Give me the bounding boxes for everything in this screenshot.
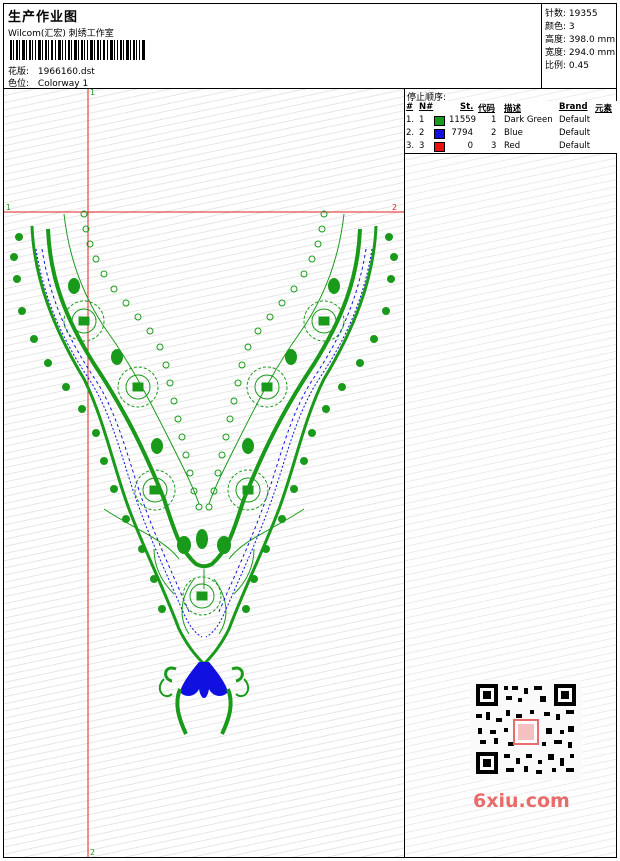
stitch-count-value: 19355: [568, 9, 598, 19]
table-row[interactable]: 3. 3 0 3 Red Default: [405, 140, 617, 153]
design-height-label: 高度:: [545, 35, 567, 45]
row-n: 2: [419, 128, 425, 138]
flower-7: [182, 576, 222, 616]
design-scale-value: 0.45: [568, 61, 589, 71]
color-count-value: 3: [568, 22, 575, 32]
row-code: 1: [491, 115, 497, 125]
row-brand: Default: [559, 128, 591, 138]
color-count: 颜色: 3: [545, 19, 575, 32]
row-desc: Red: [504, 141, 521, 151]
design-stats: 针数: 19355 颜色: 3 高度: 398.0 mm 宽度: 294.0 m…: [541, 4, 617, 88]
table-row[interactable]: 1. 1 11559 1 Dark Green Default: [405, 114, 617, 127]
guide-label-h-right: 2: [392, 203, 397, 212]
col-header-n: N#: [419, 102, 434, 112]
color-swatch: [434, 116, 445, 126]
design-height: 高度: 398.0 mm: [545, 32, 615, 45]
row-brand: Default: [559, 141, 591, 151]
row-n: 3: [419, 141, 425, 151]
col-header-brand: Brand: [559, 102, 588, 112]
studio-name: Wilcom(汇宏) 刺绣工作室: [8, 29, 114, 39]
guide-label-h-left: 1: [6, 203, 11, 212]
table-row[interactable]: 2. 2 7794 2 Blue Default: [405, 127, 617, 140]
col-header-desc: 描述: [504, 104, 522, 114]
color-swatch: [434, 142, 445, 152]
design-scale: 比例: 0.45: [545, 58, 589, 71]
color-count-label: 颜色:: [545, 22, 567, 32]
row-code: 3: [491, 141, 497, 151]
col-header-code: 代码: [478, 104, 496, 114]
row-num: 1.: [406, 115, 415, 125]
design-width-value: 294.0 mm: [568, 48, 616, 58]
row-num: 3.: [406, 141, 415, 151]
bottom-motif: [158, 662, 250, 735]
page-title: 生产作业图: [8, 10, 79, 25]
flower-4: [246, 366, 288, 408]
design-scale-label: 比例:: [545, 61, 567, 71]
design-width: 宽度: 294.0 mm: [545, 45, 615, 58]
col-header-num: #: [406, 102, 414, 112]
row-brand: Default: [559, 115, 591, 125]
flower-6: [227, 469, 269, 511]
design-preview: 1 2 1 2: [4, 89, 404, 857]
qr-code: [470, 680, 582, 780]
table-header: # N# St. 代码 描述 Brand 元素: [405, 101, 617, 114]
guide-label-v-top: 1: [90, 89, 95, 97]
barcode: [10, 40, 145, 60]
col-header-elem: 元素: [595, 104, 613, 114]
embroidery-design: 1 2 1 2: [4, 89, 404, 857]
guide-label-v-bottom: 2: [90, 848, 95, 857]
design-height-value: 398.0 mm: [568, 35, 616, 45]
header-info: 生产作业图 Wilcom(汇宏) 刺绣工作室 花版: 1966160.dst 色…: [4, 4, 541, 89]
row-desc: Blue: [504, 128, 523, 138]
row-n: 1: [419, 115, 425, 125]
row-code: 2: [491, 128, 497, 138]
stop-sequence-table: # N# St. 代码 描述 Brand 元素 1. 1 11559 1 Dar…: [405, 101, 617, 154]
stitch-count: 针数: 19355: [545, 6, 598, 19]
row-stitches: 0: [467, 141, 473, 151]
color-swatch: [434, 129, 445, 139]
flower-3: [117, 366, 159, 408]
row-stitches: 11559: [449, 115, 477, 125]
watermark-site: 6xiu.com: [473, 790, 570, 812]
row-num: 2.: [406, 128, 415, 138]
design-width-label: 宽度:: [545, 48, 567, 58]
row-desc: Dark Green: [504, 115, 553, 125]
row-stitches: 7794: [451, 128, 473, 138]
col-header-st: St.: [460, 102, 474, 112]
stitch-count-label: 针数:: [545, 9, 567, 19]
